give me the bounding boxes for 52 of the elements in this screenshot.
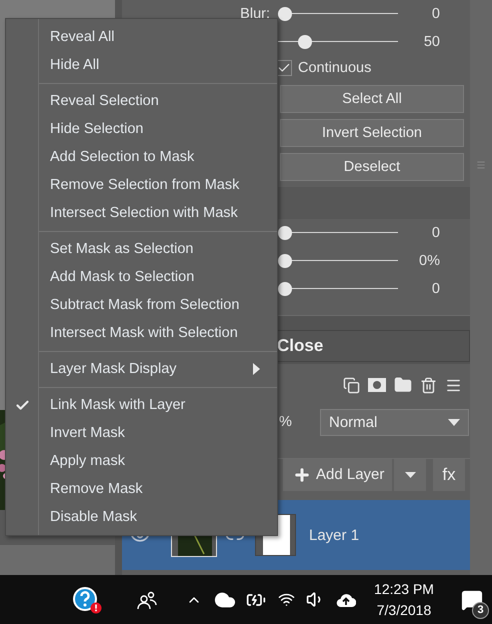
cloud-upload-icon[interactable] (336, 592, 356, 608)
slider-value: 50 (422, 34, 441, 50)
scrollbar[interactable] (470, 0, 492, 575)
clock-date[interactable]: 7/3/2018 (376, 600, 432, 620)
slider-value: 0 (430, 6, 441, 22)
menu-item[interactable]: Intersect Selection with Mask (6, 199, 277, 227)
caret-icon (404, 472, 416, 478)
people-icon[interactable] (137, 590, 157, 610)
slider-thumb[interactable] (298, 35, 312, 49)
trash-icon[interactable] (420, 376, 437, 394)
opacity-value: % (279, 414, 293, 430)
menu-item[interactable]: Reveal Selection (6, 87, 277, 115)
slider-label: Blur: (239, 6, 271, 22)
menu-item[interactable]: Subtract Mask from Selection (6, 291, 277, 319)
clock-time[interactable]: 12:23 PM (374, 578, 434, 600)
slider-thumb[interactable] (278, 226, 292, 240)
menu-item[interactable]: Invert Mask (6, 419, 277, 447)
blend-mode-dropdown[interactable]: Normal (320, 408, 469, 436)
menu-item[interactable]: Hide All (6, 51, 277, 79)
menu-item[interactable]: Hide Selection (6, 115, 277, 143)
slider-value: 0 (430, 225, 441, 241)
caret-icon (448, 418, 460, 426)
panel-button[interactable]: Select All (280, 85, 464, 113)
menu-item[interactable]: Add Selection to Mask (6, 143, 277, 171)
menu-item[interactable]: Reveal All (6, 23, 277, 51)
wifi-icon[interactable] (278, 591, 295, 608)
folder-icon[interactable] (394, 376, 412, 394)
mask-icon[interactable] (368, 378, 386, 392)
notification-count: 3 (472, 602, 489, 618)
panel-button[interactable]: Deselect (280, 153, 464, 181)
add-layer-button[interactable]: Add Layer (283, 458, 392, 490)
slider-value: 0% (418, 253, 441, 269)
menu-item[interactable]: Remove Mask (6, 475, 277, 503)
checkbox-label: Continuous (298, 60, 372, 76)
menu-item[interactable]: Remove Selection from Mask (6, 171, 277, 199)
submenu-arrow-icon (253, 363, 260, 375)
panel-button[interactable]: Invert Selection (280, 119, 464, 147)
add-layer-menu-button[interactable] (394, 458, 426, 490)
menu-item[interactable]: Set Mask as Selection (6, 235, 277, 263)
help-icon[interactable] (72, 586, 102, 614)
slider-thumb[interactable] (278, 254, 292, 268)
menu-item[interactable]: Add Mask to Selection (6, 263, 277, 291)
slider-thumb[interactable] (278, 7, 292, 21)
slider-value: 0 (430, 281, 441, 297)
slider-thumb[interactable] (278, 282, 292, 296)
duplicate-icon[interactable] (343, 376, 360, 394)
menu-item[interactable]: Link Mask with Layer (6, 391, 277, 419)
menu-item[interactable]: Apply mask (6, 447, 277, 475)
grip-icon (476, 160, 486, 170)
fx-button[interactable]: fx (433, 458, 465, 490)
layer-name: Layer 1 (309, 526, 360, 544)
plus-icon (293, 466, 311, 484)
